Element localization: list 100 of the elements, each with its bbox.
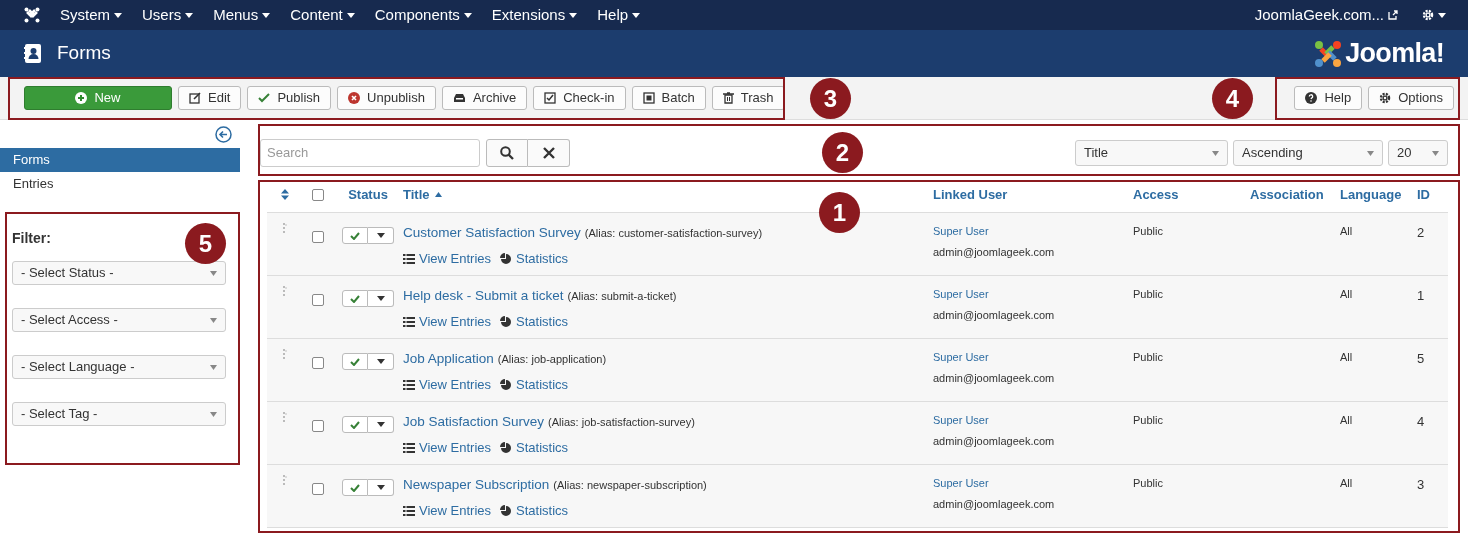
filter-dropdown[interactable]: - Select Language - bbox=[12, 355, 226, 379]
actions-dropdown[interactable] bbox=[368, 353, 394, 370]
caret-icon bbox=[1367, 150, 1374, 156]
statistics-link[interactable]: Statistics bbox=[516, 249, 569, 269]
form-title-link[interactable]: Job Application bbox=[403, 349, 494, 370]
limit-dropdown[interactable]: 20 bbox=[1388, 140, 1448, 166]
check-icon bbox=[258, 92, 271, 104]
menu-item[interactable]: Menus bbox=[213, 3, 271, 27]
new-button[interactable]: New bbox=[24, 86, 172, 110]
publish-toggle[interactable] bbox=[342, 416, 368, 433]
menu-item[interactable]: Users bbox=[142, 3, 194, 27]
drag-handle-icon[interactable] bbox=[283, 475, 287, 486]
filter-dropdown[interactable]: - Select Tag - bbox=[12, 402, 226, 426]
publish-toggle[interactable] bbox=[342, 227, 368, 244]
filter-dropdown[interactable]: - Select Access - bbox=[12, 308, 226, 332]
row-checkbox[interactable] bbox=[312, 294, 324, 306]
menu-item[interactable]: Help bbox=[597, 3, 641, 27]
help-button[interactable]: Help bbox=[1294, 86, 1363, 110]
clear-button[interactable] bbox=[528, 139, 570, 167]
x-circle-icon bbox=[348, 92, 361, 104]
sort-direction-dropdown[interactable]: Ascending bbox=[1233, 140, 1383, 166]
publish-toggle[interactable] bbox=[342, 353, 368, 370]
options-button[interactable]: Options bbox=[1368, 86, 1454, 110]
access-level: Public bbox=[1133, 351, 1163, 363]
select-all-checkbox[interactable] bbox=[312, 188, 324, 201]
row-checkbox[interactable] bbox=[312, 420, 324, 432]
search-field[interactable]: Search bbox=[260, 139, 480, 167]
statistics-link[interactable]: Statistics bbox=[516, 312, 569, 332]
sidebar-item[interactable]: Forms bbox=[0, 148, 240, 172]
publish-button[interactable]: Publish bbox=[247, 86, 332, 110]
view-entries-link[interactable]: View Entries bbox=[419, 438, 491, 458]
user-link[interactable]: Super User bbox=[933, 475, 1133, 492]
statistics-link[interactable]: Statistics bbox=[516, 375, 569, 395]
close-icon bbox=[542, 147, 555, 159]
column-header[interactable]: ID bbox=[1417, 184, 1430, 205]
sort-field-dropdown[interactable]: Title bbox=[1075, 140, 1228, 166]
caret-icon bbox=[210, 411, 217, 417]
batch-button[interactable]: Batch bbox=[631, 86, 706, 110]
drag-handle-icon[interactable] bbox=[283, 223, 287, 234]
archive-button[interactable]: Archive bbox=[441, 86, 528, 110]
id-text: 3 bbox=[1417, 477, 1425, 492]
column-header[interactable]: Status bbox=[348, 184, 388, 205]
caret-icon bbox=[463, 12, 472, 18]
user-link[interactable]: Super User bbox=[933, 286, 1133, 303]
user-link[interactable]: Super User bbox=[933, 223, 1133, 240]
row-checkbox[interactable] bbox=[312, 483, 324, 495]
list-icon bbox=[403, 506, 415, 516]
sidebar-item[interactable]: Entries bbox=[0, 172, 240, 196]
column-header[interactable]: Linked User bbox=[933, 184, 1008, 205]
form-title-link[interactable]: Newspaper Subscription bbox=[403, 475, 550, 496]
menu-item[interactable]: Components bbox=[374, 3, 472, 27]
publish-toggle[interactable] bbox=[342, 290, 368, 307]
view-entries-link[interactable]: View Entries bbox=[419, 249, 491, 269]
caret-icon bbox=[210, 317, 217, 323]
statistics-link[interactable]: Statistics bbox=[516, 501, 569, 521]
access-level: Public bbox=[1133, 477, 1163, 489]
trash-button[interactable]: Trash bbox=[711, 86, 785, 110]
list-icon bbox=[403, 443, 415, 453]
annotation-marker: 2 bbox=[822, 132, 863, 173]
drag-handle-icon[interactable] bbox=[283, 349, 287, 360]
view-entries-link[interactable]: View Entries bbox=[419, 501, 491, 521]
alias-text: (Alias: submit-a-ticket) bbox=[567, 289, 677, 304]
site-link[interactable]: JoomlaGeek.com... bbox=[1254, 3, 1384, 27]
filter-dropdown[interactable]: - Select Status - bbox=[12, 261, 226, 285]
language-text: All bbox=[1340, 351, 1353, 363]
menu-item[interactable]: Extensions bbox=[491, 3, 578, 27]
menu-item[interactable]: Content bbox=[290, 3, 355, 27]
column-header[interactable]: Title bbox=[403, 184, 430, 205]
actions-dropdown[interactable] bbox=[368, 479, 394, 496]
publish-toggle[interactable] bbox=[342, 479, 368, 496]
unpublish-button[interactable]: Unpublish bbox=[337, 86, 436, 110]
row-checkbox[interactable] bbox=[312, 231, 324, 243]
check-in-button[interactable]: Check-in bbox=[533, 86, 626, 110]
form-title-link[interactable]: Job Satisfaction Survey bbox=[403, 412, 545, 433]
row-checkbox[interactable] bbox=[312, 357, 324, 369]
settings-menu[interactable] bbox=[1422, 9, 1446, 21]
form-title-link[interactable]: Customer Satisfaction Survey bbox=[403, 223, 581, 244]
caret-icon bbox=[376, 359, 385, 364]
arrow-left-circle-icon[interactable] bbox=[215, 126, 232, 143]
edit-button[interactable]: Edit bbox=[178, 86, 242, 110]
drag-handle-icon[interactable] bbox=[283, 412, 287, 423]
statistics-link[interactable]: Statistics bbox=[516, 438, 569, 458]
column-header[interactable]: Association bbox=[1250, 184, 1324, 205]
form-title-link[interactable]: Help desk - Submit a ticket bbox=[403, 286, 564, 307]
user-link[interactable]: Super User bbox=[933, 349, 1133, 366]
column-header[interactable]: Access bbox=[1133, 184, 1179, 205]
caret-icon bbox=[376, 233, 385, 238]
caret-icon bbox=[185, 12, 194, 18]
search-button[interactable] bbox=[486, 139, 528, 167]
view-entries-link[interactable]: View Entries bbox=[419, 312, 491, 332]
actions-dropdown[interactable] bbox=[368, 290, 394, 307]
column-header[interactable]: Language bbox=[1340, 184, 1402, 205]
logo-text: Joomla! bbox=[1345, 37, 1444, 71]
user-link[interactable]: Super User bbox=[933, 412, 1133, 429]
menu-item[interactable]: System bbox=[60, 3, 122, 27]
actions-dropdown[interactable] bbox=[368, 416, 394, 433]
sort-icon[interactable] bbox=[281, 189, 289, 200]
view-entries-link[interactable]: View Entries bbox=[419, 375, 491, 395]
actions-dropdown[interactable] bbox=[368, 227, 394, 244]
drag-handle-icon[interactable] bbox=[283, 286, 287, 297]
